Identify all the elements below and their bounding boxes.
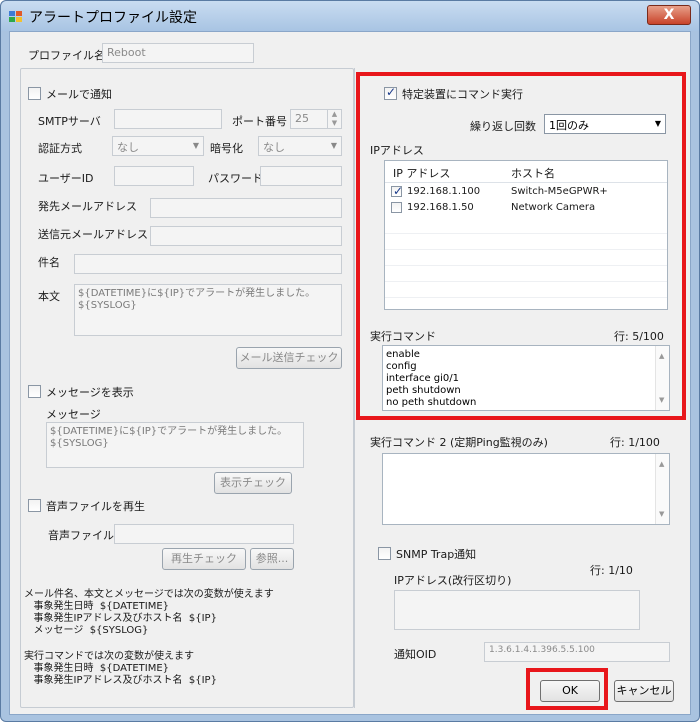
snmp-trap-checkbox[interactable]	[378, 547, 391, 560]
chevron-up-icon[interactable]: ▲	[659, 458, 664, 470]
command2-label: 実行コマンド 2 (定期Ping監視のみ)	[370, 436, 548, 449]
notify-oid-label: 通知OID	[394, 648, 437, 661]
title-bar[interactable]: アラートプロファイル設定 X	[1, 1, 699, 31]
snmp-ip-textarea[interactable]	[394, 590, 640, 630]
ok-highlight-box	[526, 668, 608, 710]
left-panel	[20, 68, 354, 708]
app-icon	[9, 11, 22, 22]
command2-scrollbar[interactable]: ▲ ▼	[655, 454, 669, 524]
command-highlight-box	[356, 72, 686, 420]
dialog-window: アラートプロファイル設定 X プロファイル名 Reboot メールで通知 SMT…	[0, 0, 700, 722]
notify-oid-field[interactable]: 1.3.6.1.4.1.396.5.5.100	[484, 642, 670, 662]
close-button[interactable]: X	[647, 5, 691, 25]
window-title: アラートプロファイル設定	[29, 10, 197, 26]
command2-textarea[interactable]: ▲ ▼	[382, 453, 670, 525]
snmp-ip-label: IPアドレス(改行区切り)	[394, 574, 512, 587]
chevron-down-icon[interactable]: ▼	[659, 508, 664, 520]
column-divider	[354, 68, 355, 708]
profile-name-field[interactable]: Reboot	[102, 43, 254, 63]
cancel-button[interactable]: キャンセル	[614, 680, 674, 702]
command2-line-count: 行: 1/100	[610, 436, 660, 449]
snmp-line-count: 行: 1/10	[590, 564, 633, 577]
dialog-body: プロファイル名 Reboot メールで通知 SMTPサーバ ポート番号 25 ▲…	[9, 31, 691, 715]
profile-name-label: プロファイル名	[28, 49, 105, 62]
snmp-trap-label: SNMP Trap通知	[396, 548, 477, 561]
